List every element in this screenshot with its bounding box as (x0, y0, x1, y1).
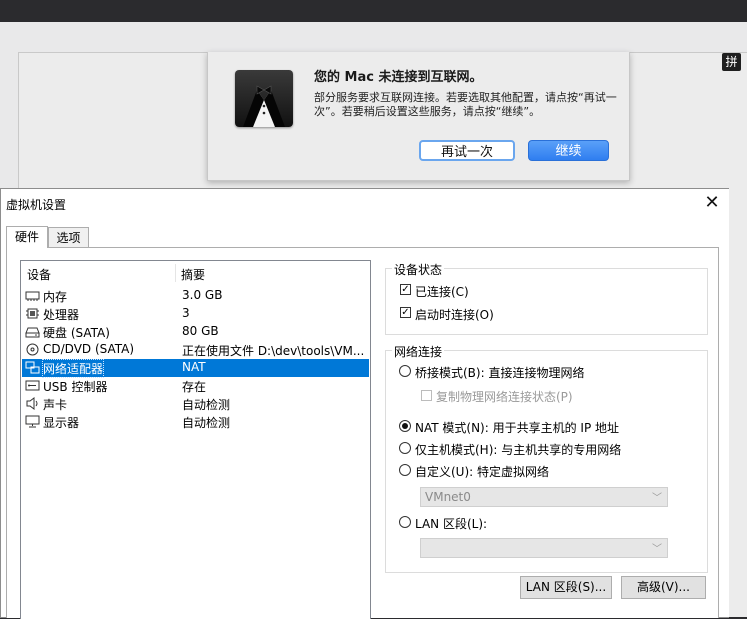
advanced-button[interactable]: 高级(V)... (621, 576, 706, 599)
list-item[interactable]: 处理器 3 (22, 305, 369, 323)
device-summary: 自动检测 (182, 416, 231, 430)
custom-radio[interactable] (399, 464, 411, 476)
device-name: 网络适配器 (41, 359, 105, 378)
device-name: 内存 (43, 290, 68, 304)
device-summary: 存在 (182, 380, 207, 394)
cpu-icon (25, 307, 40, 320)
chevron-down-icon: ﹀ (652, 493, 662, 504)
custom-network-value: VMnet0 (425, 490, 471, 504)
list-item[interactable]: USB 控制器 存在 (22, 377, 369, 395)
network-connection-title: 网络连接 (392, 343, 445, 360)
memory-icon (25, 289, 40, 302)
device-summary: 自动检测 (182, 398, 231, 412)
lan-segments-button[interactable]: LAN 区段(S)... (520, 576, 612, 599)
host-only-label[interactable]: 仅主机模式(H): 与主机共享的专用网络 (415, 441, 621, 458)
lan-segment-radio[interactable] (399, 516, 411, 528)
no-internet-alert: 您的 Mac 未连接到互联网。 部分服务要求互联网连接。若要选取其他配置，请点按… (207, 52, 630, 181)
list-item[interactable]: 内存 3.0 GB (22, 287, 369, 305)
device-summary: NAT (182, 360, 206, 374)
host-only-radio[interactable] (399, 442, 411, 454)
device-name: CD/DVD (SATA) (43, 342, 135, 356)
tab-options[interactable]: 选项 (48, 227, 89, 247)
sound-icon (25, 397, 40, 410)
network-connection-group: 网络连接 桥接模式(B): 直接连接物理网络 复制物理网络连接状态(P) NAT… (385, 343, 708, 573)
ime-indicator[interactable]: 拼 (722, 53, 741, 71)
device-summary: 3 (182, 306, 190, 320)
hardware-tab-page: 设备 摘要 内存 3.0 GB 处理器 3 硬盘 (SATA) 80 GB CD… (6, 247, 719, 619)
usb-icon (25, 379, 40, 392)
disk-icon (25, 325, 40, 338)
connect-at-power-on-checkbox[interactable]: ✓ (400, 307, 411, 318)
device-summary: 3.0 GB (182, 288, 223, 302)
tab-hardware[interactable]: 硬件 (6, 226, 48, 248)
bridged-radio[interactable] (399, 365, 411, 377)
continue-button[interactable]: 继续 (528, 140, 609, 161)
replicate-state-checkbox[interactable] (421, 390, 432, 401)
chevron-down-icon: ﹀ (652, 544, 662, 555)
dialog-title: 虚拟机设置 (6, 198, 67, 212)
screen-top-bar (0, 0, 747, 22)
device-name: 处理器 (43, 308, 80, 322)
alert-title: 您的 Mac 未连接到互联网。 (314, 70, 483, 85)
list-item[interactable]: CD/DVD (SATA) 正在使用文件 D:\dev\tools\VM... (22, 341, 369, 359)
connect-at-power-on-label[interactable]: 启动时连接(O) (415, 306, 494, 323)
vm-settings-dialog: 虚拟机设置 ✕ 硬件 选项 设备 摘要 内存 3.0 GB 处理器 3 硬盘 (… (0, 188, 729, 619)
list-item[interactable]: 硬盘 (SATA) 80 GB (22, 323, 369, 341)
list-item[interactable]: 网络适配器 NAT (22, 359, 369, 378)
device-status-group: 设备状态 ✓ 已连接(C) ✓ 启动时连接(O) (385, 261, 708, 335)
list-item[interactable]: 声卡 自动检测 (22, 395, 369, 413)
device-name: 声卡 (43, 398, 68, 412)
column-header-summary[interactable]: 摘要 (181, 266, 205, 284)
column-divider[interactable] (175, 264, 176, 282)
device-name: USB 控制器 (43, 380, 108, 394)
device-name: 硬盘 (SATA) (43, 326, 110, 340)
column-header-device[interactable]: 设备 (27, 266, 51, 284)
connected-checkbox[interactable]: ✓ (400, 284, 411, 295)
lan-segment-label[interactable]: LAN 区段(L): (415, 515, 487, 532)
device-summary: 80 GB (182, 324, 219, 338)
list-item[interactable]: 显示器 自动检测 (22, 413, 369, 431)
lan-segment-select[interactable]: ﹀ (420, 538, 668, 558)
custom-network-select[interactable]: VMnet0 ﹀ (420, 487, 668, 507)
device-status-title: 设备状态 (392, 261, 445, 278)
butler-tuxedo-icon (235, 70, 293, 127)
close-icon[interactable]: ✕ (701, 191, 723, 215)
network-adapter-icon (25, 361, 40, 374)
nat-radio[interactable] (399, 420, 411, 432)
display-icon (25, 415, 40, 428)
connected-label[interactable]: 已连接(C) (415, 283, 469, 300)
device-summary: 正在使用文件 D:\dev\tools\VM... (182, 344, 365, 358)
bridged-label[interactable]: 桥接模式(B): 直接连接物理网络 (415, 364, 584, 381)
cd-icon (25, 343, 40, 356)
retry-button[interactable]: 再试一次 (419, 140, 515, 161)
custom-label[interactable]: 自定义(U): 特定虚拟网络 (415, 463, 549, 480)
nat-label[interactable]: NAT 模式(N): 用于共享主机的 IP 地址 (415, 419, 619, 436)
replicate-state-label[interactable]: 复制物理网络连接状态(P) (436, 388, 573, 405)
alert-message: 部分服务要求互联网连接。若要选取其他配置，请点按“再试一次”。若要稍后设置这些服… (314, 91, 617, 118)
device-list[interactable]: 设备 摘要 内存 3.0 GB 处理器 3 硬盘 (SATA) 80 GB CD… (20, 260, 371, 619)
device-name: 显示器 (43, 416, 80, 430)
